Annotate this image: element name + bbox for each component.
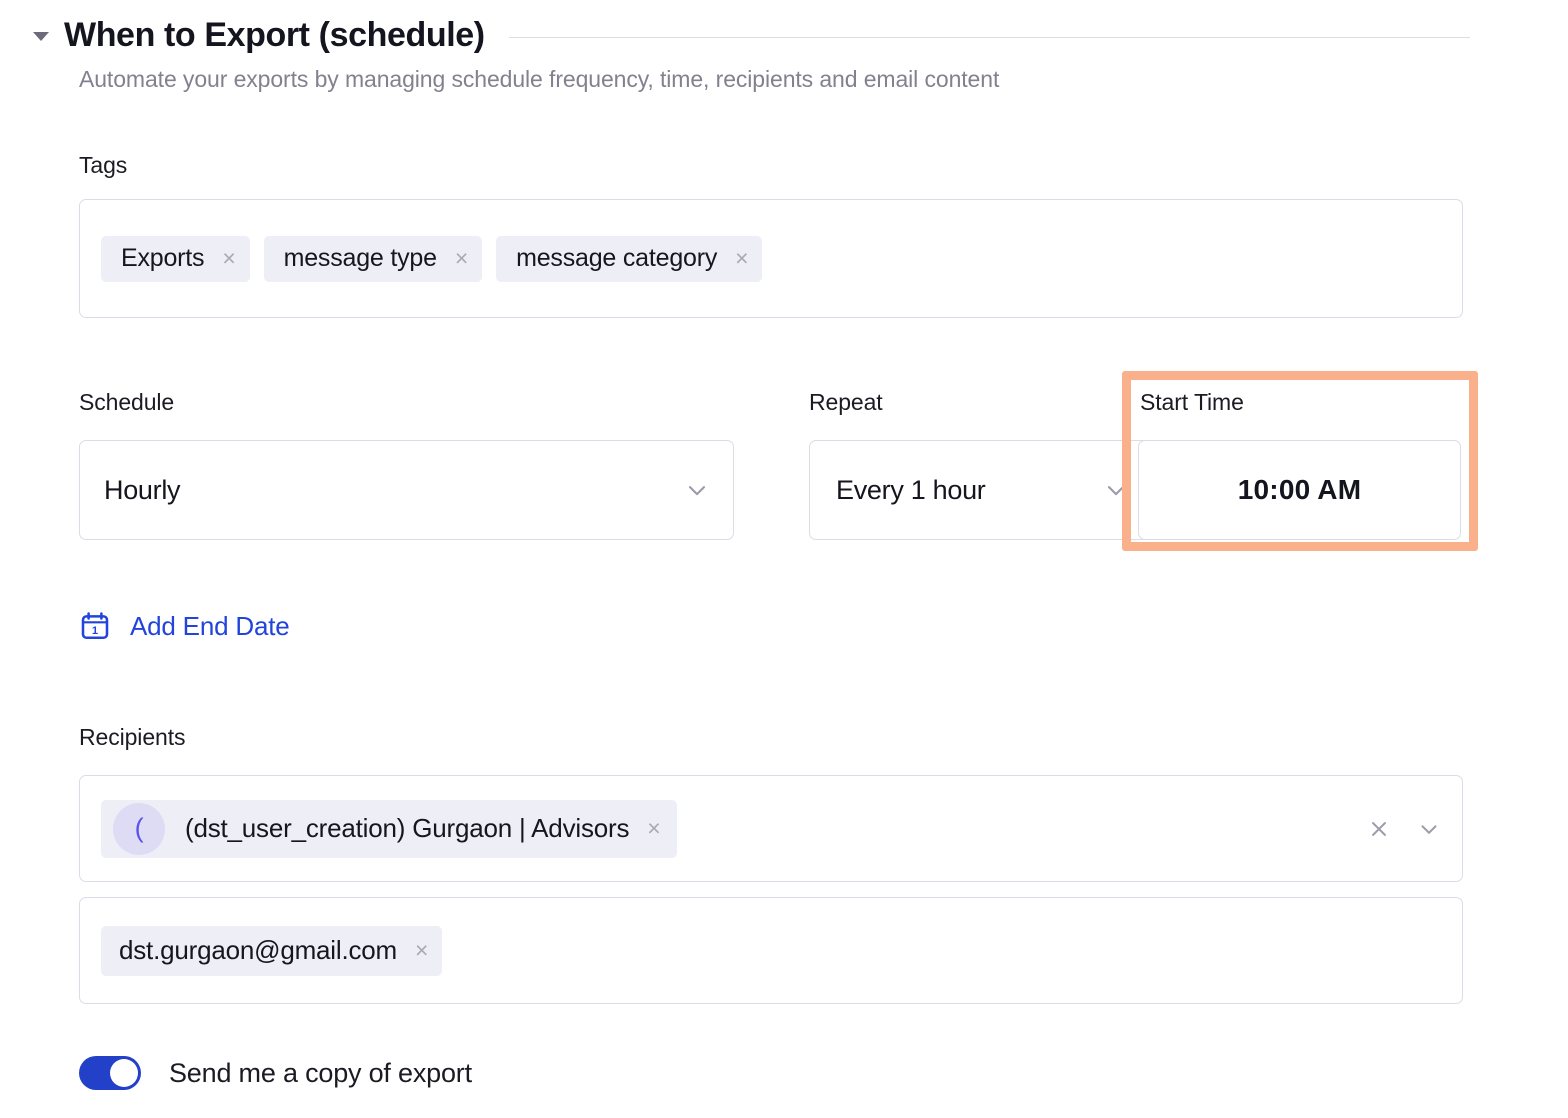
tag-chip-label: message type [283,244,437,272]
tag-chip[interactable]: message type × [263,235,483,282]
header-divider [508,36,1470,38]
section-subtitle: Automate your exports by managing schedu… [79,66,1000,92]
schedule-value: Hourly [104,474,181,505]
recipients-actions [1366,816,1442,842]
tag-chip[interactable]: Exports × [101,235,250,282]
email-remove-icon[interactable]: × [415,939,428,962]
toggle-knob [110,1059,138,1087]
email-recipients-input[interactable]: dst.gurgaon@gmail.com × [79,897,1463,1004]
repeat-value: Every 1 hour [836,474,986,505]
page-title: When to Export (schedule) [64,16,485,54]
repeat-label: Repeat [809,389,883,415]
start-time-input[interactable]: 10:00 AM [1138,440,1461,540]
tag-chip-label: Exports [121,244,205,272]
start-time-value: 10:00 AM [1237,474,1362,505]
send-copy-label: Send me a copy of export [169,1057,472,1088]
recipient-chip-label: (dst_user_creation) Gurgaon | Advisors [185,813,630,843]
add-end-date-button[interactable]: 1 Add End Date [79,610,290,642]
start-time-label: Start Time [1140,389,1244,415]
send-copy-row: Send me a copy of export [79,1056,472,1090]
close-icon[interactable] [1366,816,1392,842]
tag-remove-icon[interactable]: × [735,247,748,270]
caret-down-icon[interactable] [30,25,52,47]
recipients-select[interactable]: ( (dst_user_creation) Gurgaon | Advisors… [79,775,1463,882]
recipient-remove-icon[interactable]: × [647,817,660,840]
tag-remove-icon[interactable]: × [455,247,468,270]
recipient-chip[interactable]: ( (dst_user_creation) Gurgaon | Advisors… [101,799,677,858]
chevron-down-icon[interactable] [683,476,711,504]
add-end-date-label: Add End Date [130,610,290,641]
recipients-label: Recipients [79,724,186,750]
tag-chip[interactable]: message category × [496,235,763,282]
send-copy-toggle[interactable] [79,1056,141,1090]
chevron-down-icon[interactable] [1416,816,1442,842]
avatar: ( [113,802,165,855]
chevron-down-icon[interactable] [1102,476,1130,504]
schedule-select[interactable]: Hourly [79,440,734,540]
repeat-select[interactable]: Every 1 hour [809,440,1153,540]
tag-chip-label: message category [516,244,718,272]
calendar-icon: 1 [79,610,111,642]
tags-label: Tags [79,152,128,178]
tag-remove-icon[interactable]: × [222,247,235,270]
email-chip-label: dst.gurgaon@gmail.com [119,935,397,965]
tags-input[interactable]: Exports × message type × message categor… [79,199,1463,318]
svg-text:1: 1 [92,625,98,637]
schedule-label: Schedule [79,389,175,415]
section-header: When to Export (schedule) [30,16,1470,55]
email-chip[interactable]: dst.gurgaon@gmail.com × [101,925,443,976]
